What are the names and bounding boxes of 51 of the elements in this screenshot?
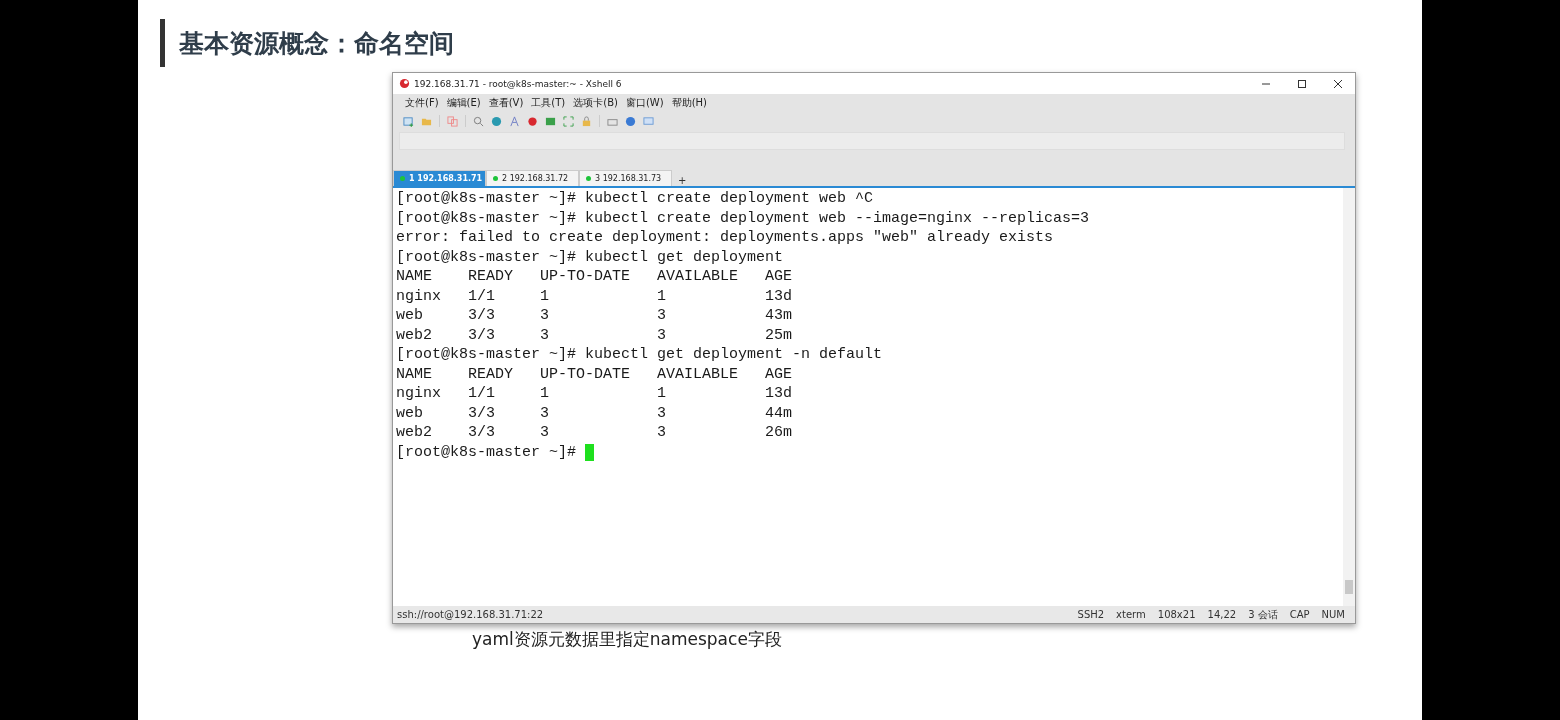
status-item: SSH2 (1077, 609, 1105, 620)
terminal-line: web2 3/3 3 3 26m (396, 423, 793, 443)
terminal-line: [root@k8s-master ~]# kubectl create deployment web --image=nginx --replicas=3 (396, 208, 1090, 228)
font-icon[interactable] (509, 115, 520, 127)
record-icon[interactable] (527, 115, 538, 127)
status-dot-icon (586, 176, 591, 181)
status-item: xterm (1116, 609, 1146, 620)
copy-icon[interactable] (447, 115, 458, 127)
fullscreen-icon[interactable] (563, 115, 574, 127)
terminal-line: web 3/3 3 3 43m (396, 306, 793, 326)
terminal-line: [root@k8s-master ~]# kubectl get deployment (396, 247, 784, 267)
session-tab[interactable]: 2 192.168.31.72 (486, 170, 579, 186)
app-logo-icon (399, 78, 410, 89)
window-title: 192.168.31.71 - root@k8s-master:~ - Xshell 6 (414, 78, 622, 89)
terminal-line: web2 3/3 3 3 25m (396, 325, 793, 345)
slide-title: 基本资源概念：命名空间 (179, 27, 454, 60)
terminal-line: nginx 1/1 1 1 13d (396, 286, 793, 306)
terminal-line: [root@k8s-master ~]# kubectl get deployment -n default (396, 345, 883, 365)
status-item: 3 会话 (1248, 607, 1278, 622)
terminal-line: NAME READY UP-TO-DATE AVAILABLE AGE (396, 364, 793, 384)
search-icon[interactable] (473, 115, 484, 127)
terminal-line: nginx 1/1 1 1 13d (396, 384, 793, 404)
session-tab[interactable]: 1 192.168.31.71 (393, 170, 486, 186)
status-item: 108x21 (1157, 609, 1196, 620)
menu-item[interactable]: 选项卡(B) (573, 95, 618, 110)
cursor-icon (585, 443, 595, 461)
menu-item[interactable]: 查看(V) (488, 95, 524, 110)
menu-item[interactable]: 帮助(H) (671, 95, 707, 110)
status-address: ssh://root@192.168.31.71:22 (397, 609, 544, 620)
scrollbar[interactable] (1343, 188, 1355, 606)
bullet-text: yaml资源元数据里指定namespace字段 (472, 629, 782, 649)
close-icon[interactable] (1333, 78, 1343, 89)
terminal-line: web 3/3 3 3 44m (396, 403, 793, 423)
terminal-line: error: failed to create deployment: deployments.apps "web" already exists (396, 228, 1054, 248)
new-session-icon[interactable] (403, 115, 414, 127)
lock-icon[interactable] (581, 115, 592, 127)
menu-item[interactable]: 窗口(W) (625, 95, 664, 110)
status-dot-icon (400, 176, 405, 181)
terminal-line: [root@k8s-master ~]# kubectl create deployment web ^C (396, 189, 874, 209)
status-dot-icon (493, 176, 498, 181)
status-item: NUM (1321, 609, 1345, 620)
terminal-line: NAME READY UP-TO-DATE AVAILABLE AGE (396, 267, 793, 287)
menu-item[interactable]: 文件(F) (405, 95, 439, 110)
session-tab[interactable]: 3 192.168.31.73 (579, 170, 672, 186)
add-tab-button[interactable]: + (672, 175, 693, 186)
maximize-icon[interactable] (1297, 78, 1307, 89)
menu-item[interactable]: 工具(T) (531, 95, 566, 110)
terminal-line: [root@k8s-master ~]# (396, 442, 578, 462)
status-item: CAP (1289, 609, 1310, 620)
status-item: 14,22 (1207, 609, 1237, 620)
menu-item[interactable]: 编辑(E) (446, 95, 481, 110)
